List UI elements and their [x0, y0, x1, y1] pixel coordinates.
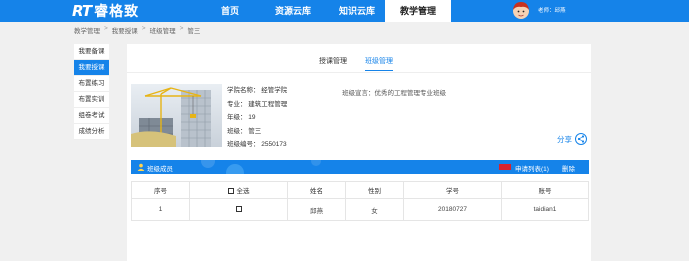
sidebar-item-assign-training[interactable]: 布置实训: [74, 92, 109, 108]
table-header-row: 序号 全选 姓名 性别 学号 账号: [131, 181, 589, 199]
breadcrumb-current: 管三: [187, 28, 201, 35]
share-label: 分享: [557, 134, 572, 144]
column-header-account: 账号: [501, 181, 589, 199]
cell-index: 1: [131, 198, 190, 221]
column-header-student-no: 学号: [403, 181, 502, 199]
class-number: 班级编号： 2550173: [227, 141, 287, 148]
divider: [127, 72, 591, 73]
breadcrumb-item[interactable]: 班级管理: [150, 25, 176, 35]
logo[interactable]: RT 睿格致: [72, 2, 139, 20]
cell-student-no: 20180727: [403, 198, 502, 221]
decoration: [311, 160, 321, 166]
top-navigation-bar: RT 睿格致 首页 资源云库 知识云库 教学管理 老师：邱燕: [0, 0, 689, 22]
sidebar-item-score-analysis[interactable]: 成绩分析: [74, 124, 109, 140]
flag-icon: [499, 164, 511, 170]
class-photo: [131, 84, 222, 147]
table-row: 1 邱燕 女 20180727 taidian1: [131, 198, 589, 221]
cell-select: [189, 198, 288, 221]
college-name: 学院名称： 经管学院: [227, 87, 288, 94]
share-button[interactable]: 分享: [557, 133, 587, 145]
sidebar: 我要备课 我要授课 布置练习 布置实训 组卷考试 成绩分析: [74, 44, 109, 140]
sidebar-item-teach[interactable]: 我要授课: [74, 60, 109, 76]
tab-teaching-management[interactable]: 授课管理: [319, 56, 347, 71]
class-members-bar: 班级成员 申请列表(1) 删除: [131, 160, 589, 174]
grade: 年级： 19: [227, 114, 256, 121]
nav-resource-library[interactable]: 资源云库: [268, 0, 318, 22]
select-all-label: 全选: [236, 188, 250, 195]
select-all-checkbox[interactable]: [227, 188, 234, 195]
breadcrumb-separator: >: [179, 25, 184, 32]
column-header-select-all[interactable]: 全选: [189, 181, 288, 199]
nav-home[interactable]: 首页: [212, 0, 248, 22]
cell-gender: 女: [345, 198, 404, 221]
logo-mark: RT: [72, 2, 92, 20]
column-header-gender: 性别: [345, 181, 404, 199]
sidebar-item-exam[interactable]: 组卷考试: [74, 108, 109, 124]
user-name: 老师：邱燕: [538, 8, 566, 14]
user-avatar-icon[interactable]: [512, 1, 530, 21]
class-members-label: 班级成员: [147, 166, 173, 173]
breadcrumb-item[interactable]: 我要授课: [112, 25, 138, 35]
share-icon: [575, 133, 587, 145]
class-name: 班级： 管三: [227, 128, 262, 135]
row-checkbox[interactable]: [235, 206, 242, 213]
breadcrumb-separator: >: [141, 25, 146, 32]
class-declaration: 班级宣言：优秀的工程管理专业班级: [342, 90, 446, 97]
breadcrumb: 教学管理 > 我要授课 > 班级管理 > 管三: [74, 25, 200, 35]
decoration: [201, 160, 215, 168]
apply-list-button[interactable]: 申请列表(1): [515, 163, 549, 173]
cell-name: 邱燕: [287, 198, 346, 221]
nav-knowledge-library[interactable]: 知识云库: [332, 0, 382, 22]
nav-teaching-management[interactable]: 教学管理: [385, 0, 451, 22]
breadcrumb-item[interactable]: 教学管理: [74, 25, 100, 35]
cell-account: taidian1: [501, 198, 589, 221]
members-table: 序号 全选 姓名 性别 学号 账号 1 邱燕 女 20180727 taidia…: [131, 181, 589, 221]
column-header-index: 序号: [131, 181, 190, 199]
tab-class-management[interactable]: 班级管理: [365, 56, 393, 71]
sidebar-item-prepare-lesson[interactable]: 我要备课: [74, 44, 109, 60]
major: 专业： 建筑工程管理: [227, 101, 288, 108]
delete-button[interactable]: 删除: [562, 163, 575, 173]
decoration: [226, 164, 244, 174]
tab-bar: 授课管理 班级管理: [319, 56, 393, 71]
logo-name: 睿格致: [94, 3, 140, 19]
members-icon: [137, 163, 145, 171]
breadcrumb-separator: >: [104, 25, 108, 32]
sidebar-item-assign-exercise[interactable]: 布置练习: [74, 76, 109, 92]
main-panel: 授课管理 班级管理 学院名称： 经管学院 专业： 建筑工程管理 年级： 19 班…: [127, 44, 591, 261]
column-header-name: 姓名: [287, 181, 346, 199]
